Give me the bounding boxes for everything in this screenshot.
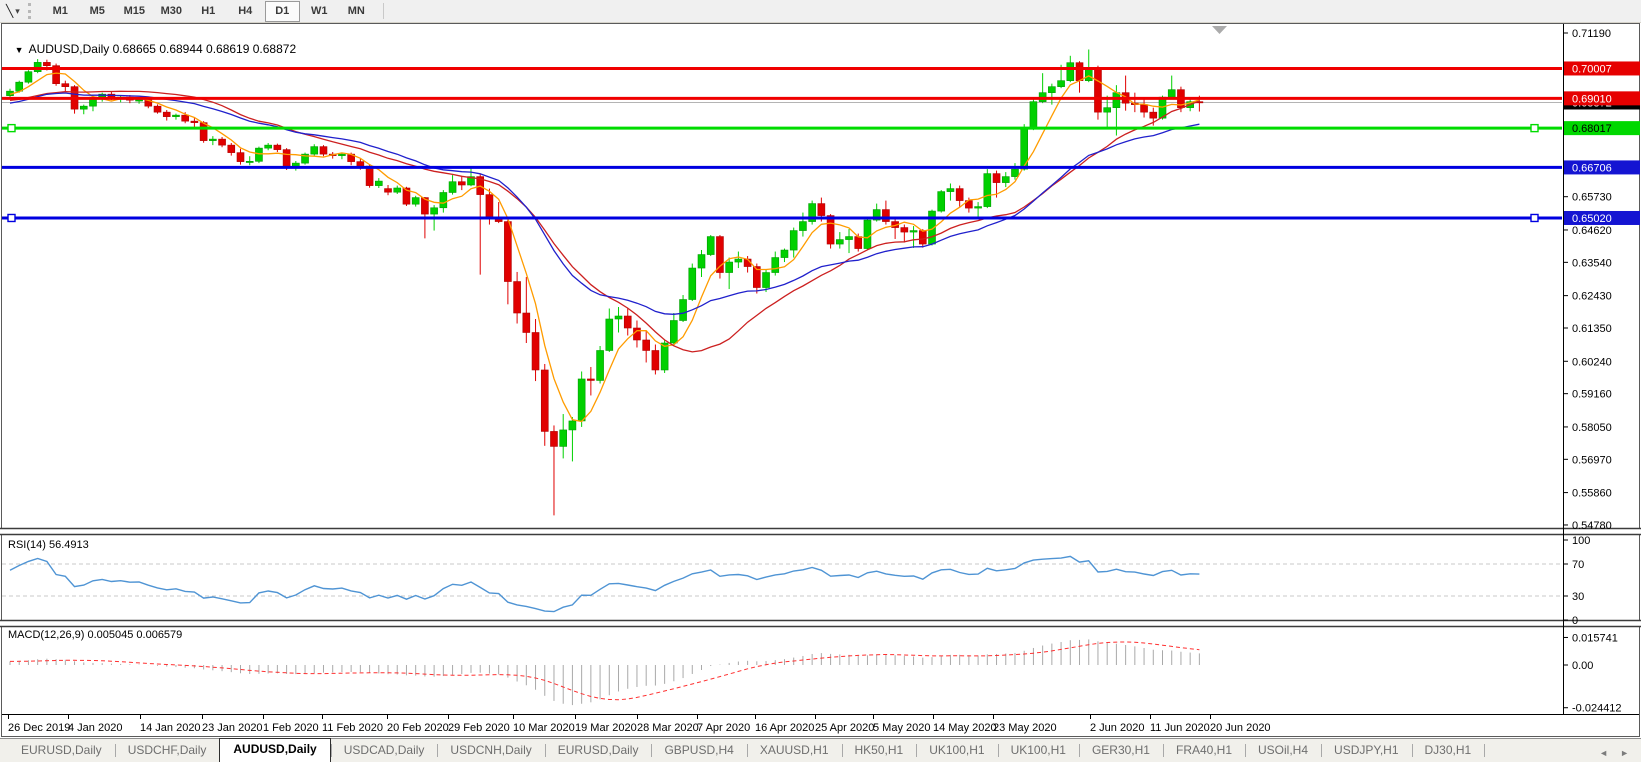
tab-bar-end	[1484, 739, 1492, 762]
price-tick-label: 0.55860	[1572, 488, 1612, 500]
macd-indicator-label: MACD(12,26,9) 0.005045 0.006579	[8, 629, 183, 641]
price-tick-label: 0.71190	[1572, 28, 1611, 40]
date-tick-label: 28 Mar 2020	[637, 722, 699, 734]
tab-separator	[1162, 744, 1164, 757]
tab-uk100-h1[interactable]: UK100,H1	[997, 739, 1079, 762]
tab-nav: ◄ ►	[1599, 748, 1641, 762]
hline-handle[interactable]	[7, 123, 16, 133]
hline-handle[interactable]	[7, 213, 16, 223]
tab-separator	[1245, 744, 1247, 757]
tab-usoil-h4[interactable]: USOil,H4	[1245, 739, 1321, 762]
date-tick-label: 20 Feb 2020	[387, 722, 449, 734]
tab-usdcnh-daily[interactable]: USDCNH,Daily	[437, 739, 544, 762]
price-tick-label: 0.59160	[1572, 389, 1612, 401]
chart-tab-bar: EURUSD,Daily USDCHF,Daily AUDUSD,Daily USDC…	[0, 738, 1641, 762]
rsi-tick-label: 100	[1572, 535, 1590, 547]
macd-tick-label: 0.00	[1572, 660, 1593, 672]
tab-separator	[746, 744, 748, 757]
date-tick-label: 16 Apr 2020	[755, 722, 814, 734]
date-tick-label: 5 May 2020	[873, 722, 930, 734]
date-tick-label: 11 Feb 2020	[322, 722, 383, 734]
price-tick-label: 0.56970	[1572, 454, 1612, 466]
date-tick-label: 20 Jun 2020	[1210, 722, 1271, 734]
date-tick-label: 7 Apr 2020	[697, 722, 750, 734]
tab-separator	[1411, 744, 1413, 757]
date-tick-label: 19 Mar 2020	[575, 722, 637, 734]
hline-handle[interactable]	[1530, 123, 1539, 133]
tab-hk50-h1[interactable]: HK50,H1	[841, 739, 917, 762]
tab-separator	[841, 744, 843, 757]
tab-usdchf-daily[interactable]: USDCHF,Daily	[114, 739, 220, 762]
date-tick-label: 1 Feb 2020	[263, 722, 319, 734]
tab-audusd-daily[interactable]: AUDUSD,Daily	[219, 738, 331, 762]
chart-title: ▼ AUDUSD,Daily 0.68665 0.68944 0.68619 0.…	[8, 28, 296, 56]
price-tick-label: 0.63540	[1572, 257, 1612, 269]
chart-canvas[interactable]: 0.71190 0.65730 0.64620 0.63540 0.62430 0.613…	[0, 0, 1641, 762]
tab-ger30-h1[interactable]: GER30,H1	[1078, 739, 1163, 762]
price-tick-label: 0.61350	[1572, 323, 1612, 335]
date-tick-label: 25 Apr 2020	[815, 722, 874, 734]
date-tick-label: 14 May 2020	[933, 722, 997, 734]
price-label-text: 0.66706	[1572, 162, 1612, 174]
price-tick-label: 0.62430	[1572, 291, 1612, 303]
tab-separator	[330, 744, 332, 757]
price-tick-label: 0.65730	[1572, 192, 1612, 204]
tab-eurusd-daily[interactable]: EURUSD,Daily	[544, 739, 652, 762]
rsi-tick-label: 70	[1572, 559, 1584, 571]
rsi-tick-label: 0	[1572, 615, 1578, 627]
date-tick-label: 26 Dec 2019	[8, 722, 70, 734]
rsi-tick-label: 30	[1572, 591, 1584, 603]
price-tick-label: 0.60240	[1572, 356, 1612, 368]
price-label-text: 0.69010	[1572, 93, 1612, 105]
price-label-text: 0.65020	[1572, 213, 1612, 225]
date-tick-label: 29 Feb 2020	[448, 722, 510, 734]
date-tick-label: 2 Jun 2020	[1090, 722, 1144, 734]
date-tick-label: 10 Mar 2020	[513, 722, 575, 734]
tab-usdcad-daily[interactable]: USDCAD,Daily	[330, 739, 438, 762]
tab-uk100-h1[interactable]: UK100,H1	[916, 739, 997, 762]
price-tick-label: 0.54780	[1572, 520, 1612, 532]
tab-separator	[1484, 744, 1486, 757]
tab-separator	[544, 744, 546, 757]
chart-frame	[1, 23, 1640, 737]
tab-gbpusd-h4[interactable]: GBPUSD,H4	[651, 739, 746, 762]
tab-separator	[916, 744, 918, 757]
tab-separator	[437, 744, 439, 757]
price-label-text: 0.68017	[1572, 123, 1612, 135]
macd-tick-label: 0.015741	[1572, 632, 1618, 644]
date-tick-label: 4 Jan 2020	[68, 722, 122, 734]
tab-dj30-h1[interactable]: DJ30,H1	[1411, 739, 1485, 762]
price-label-text: 0.70007	[1572, 63, 1612, 75]
date-tick-label: 14 Jan 2020	[140, 722, 201, 734]
tab-scroll-left-icon[interactable]: ◄	[1599, 748, 1608, 758]
tab-separator	[997, 744, 999, 757]
tab-separator	[651, 744, 653, 757]
collapse-indicator-icon[interactable]: ▼	[15, 45, 24, 55]
tab-scroll-right-icon[interactable]: ►	[1620, 748, 1629, 758]
chart-title-text: AUDUSD,Daily 0.68665 0.68944 0.68619 0.6…	[28, 42, 297, 56]
tab-separator	[114, 744, 116, 757]
mt4-window: { "toolbar": { "tool_icon": "╲", "caret_…	[0, 0, 1641, 762]
macd-tick-label: -0.024412	[1572, 703, 1622, 715]
tab-eurusd-daily[interactable]: EURUSD,Daily	[8, 739, 115, 762]
tab-separator	[1078, 744, 1080, 757]
date-tick-label: 23 Jan 2020	[202, 722, 263, 734]
tab-fra40-h1[interactable]: FRA40,H1	[1162, 739, 1245, 762]
price-tick-label: 0.64620	[1572, 225, 1612, 237]
rsi-indicator-label: RSI(14) 56.4913	[8, 539, 89, 551]
tab-separator	[1321, 744, 1323, 757]
tab-xauusd-h1[interactable]: XAUUSD,H1	[746, 739, 842, 762]
tabs-holder: EURUSD,Daily USDCHF,Daily AUDUSD,Daily USDC…	[8, 738, 1492, 762]
price-tick-label: 0.58050	[1572, 422, 1612, 434]
date-tick-label: 11 Jun 2020	[1150, 722, 1210, 734]
tab-usdjpy-h1[interactable]: USDJPY,H1	[1321, 739, 1411, 762]
hline-handle[interactable]	[1530, 213, 1539, 223]
date-tick-label: 23 May 2020	[993, 722, 1057, 734]
